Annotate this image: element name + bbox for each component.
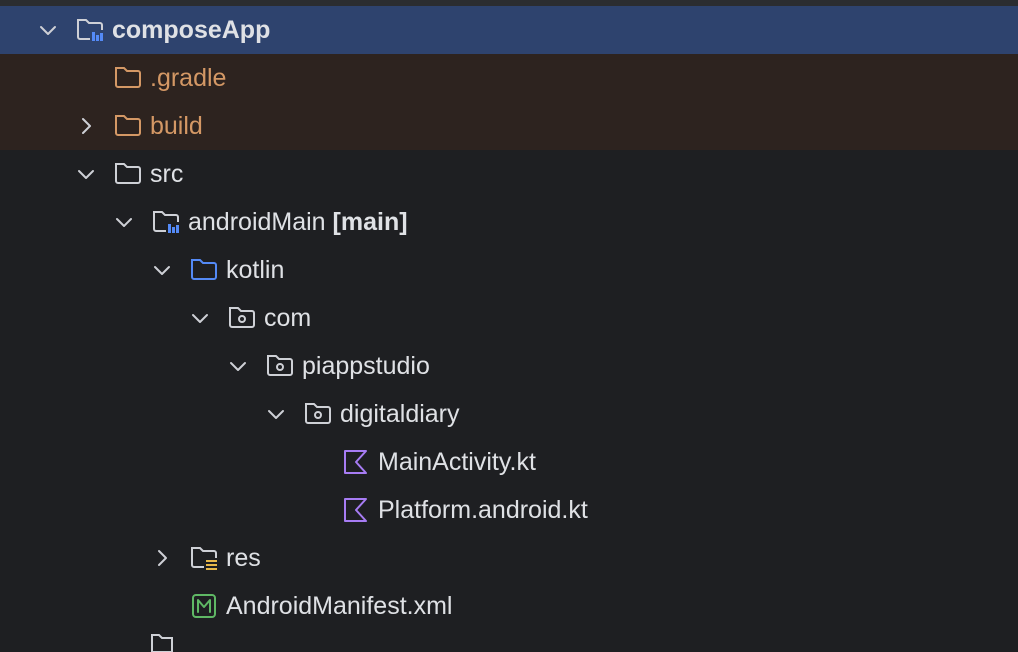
- tree-item-platform-android[interactable]: Platform.android.kt: [0, 486, 1018, 534]
- tree-item-res[interactable]: res: [0, 534, 1018, 582]
- chevron-right-icon[interactable]: [76, 116, 96, 136]
- tree-item-label: kotlin: [226, 256, 285, 284]
- tree-item-label: res: [226, 544, 261, 572]
- kotlin-file-icon: [344, 450, 367, 474]
- folder-icon: [151, 634, 173, 652]
- chevron-down-icon[interactable]: [114, 212, 134, 232]
- tree-item-label: composeApp: [112, 16, 271, 44]
- tree-item-digitaldiary[interactable]: digitaldiary: [0, 390, 1018, 438]
- tree-item-src[interactable]: src: [0, 150, 1018, 198]
- tree-item-label: MainActivity.kt: [378, 448, 536, 476]
- source-set-suffix: [main]: [332, 208, 408, 236]
- tree-item-label: com: [264, 304, 312, 332]
- tree-item-androidmain[interactable]: androidMain [main]: [0, 198, 1018, 246]
- chevron-down-icon[interactable]: [76, 164, 96, 184]
- tree-item-label: .gradle: [150, 64, 227, 92]
- tree-item-label: androidMain [main]: [188, 206, 408, 238]
- excluded-folder-icon: [115, 115, 141, 136]
- chevron-down-icon[interactable]: [266, 404, 286, 424]
- resources-folder-icon: [191, 547, 217, 570]
- manifest-file-icon: [192, 594, 216, 618]
- tree-item-composeapp[interactable]: composeApp: [0, 6, 1018, 54]
- project-tree: composeApp .gradle build src androidMain…: [0, 6, 1018, 630]
- chevron-right-icon[interactable]: [152, 548, 172, 568]
- chevron-down-icon[interactable]: [190, 308, 210, 328]
- excluded-folder-icon: [115, 67, 141, 88]
- chevron-down-icon[interactable]: [38, 20, 58, 40]
- package-icon: [267, 355, 293, 376]
- kotlin-file-icon: [344, 498, 367, 522]
- tree-item-gradle[interactable]: .gradle: [0, 54, 1018, 102]
- source-folder-icon: [191, 259, 217, 280]
- tree-item-piappstudio[interactable]: piappstudio: [0, 342, 1018, 390]
- chevron-down-icon[interactable]: [228, 356, 248, 376]
- tree-item-name: androidMain: [188, 208, 326, 236]
- package-icon: [229, 307, 255, 328]
- tree-item-build[interactable]: build: [0, 102, 1018, 150]
- chevron-down-icon[interactable]: [152, 260, 172, 280]
- tree-item-label: piappstudio: [302, 352, 430, 380]
- tree-item-androidmanifest[interactable]: AndroidManifest.xml: [0, 582, 1018, 630]
- tree-item-mainactivity[interactable]: MainActivity.kt: [0, 438, 1018, 486]
- package-icon: [305, 403, 331, 424]
- tree-item-label: src: [150, 160, 184, 188]
- module-folder-icon: [77, 19, 103, 42]
- tree-item-label: digitaldiary: [340, 400, 460, 428]
- tree-item-kotlin[interactable]: kotlin: [0, 246, 1018, 294]
- tree-item-label: Platform.android.kt: [378, 496, 588, 524]
- module-folder-icon: [153, 211, 179, 234]
- folder-icon: [115, 163, 141, 184]
- tree-item-com[interactable]: com: [0, 294, 1018, 342]
- tree-item-label: AndroidManifest.xml: [226, 592, 453, 620]
- tree-item-label: build: [150, 112, 203, 140]
